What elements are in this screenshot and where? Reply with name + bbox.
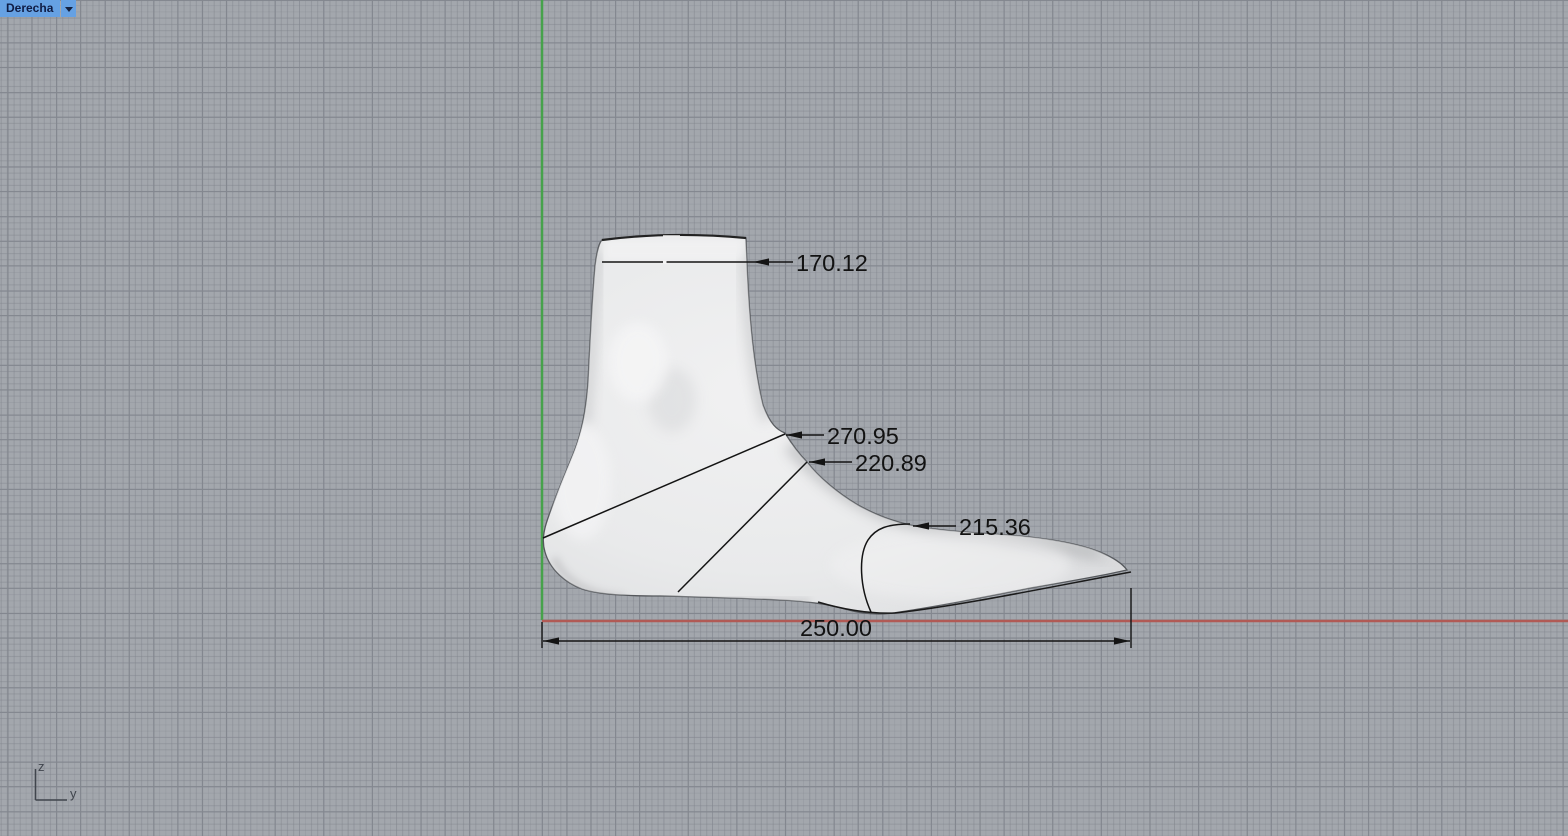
- arrowhead-right: [1114, 637, 1130, 645]
- dimension-value: 270.95: [827, 423, 899, 449]
- dimension-instep-girth[interactable]: 270.95: [786, 423, 899, 449]
- dimension-value: 215.36: [959, 514, 1031, 540]
- viewport-derecha[interactable]: Derecha 170.12 270.95 220.89 215.36 250.…: [0, 0, 1568, 836]
- arrowhead-left: [809, 458, 825, 466]
- viewport-title-tab[interactable]: Derecha: [0, 0, 77, 17]
- dimension-value: 220.89: [855, 450, 927, 476]
- axis-indicator: z y: [34, 759, 77, 801]
- measure-midpoint-marker: [663, 260, 667, 264]
- viewport-title[interactable]: Derecha: [0, 0, 61, 17]
- viewport-canvas[interactable]: 170.12 270.95 220.89 215.36 250.00 z y: [0, 0, 1568, 836]
- dimension-waist-girth[interactable]: 220.89: [809, 450, 927, 476]
- arrowhead-left: [753, 258, 769, 266]
- axis-label-y: y: [70, 786, 77, 801]
- chevron-down-icon: [64, 6, 73, 16]
- dimension-value: 250.00: [800, 615, 872, 641]
- dimension-value: 170.12: [796, 250, 868, 276]
- arrowhead-left: [543, 637, 559, 645]
- axis-label-z: z: [38, 759, 45, 774]
- viewport-menu-button[interactable]: [61, 0, 77, 17]
